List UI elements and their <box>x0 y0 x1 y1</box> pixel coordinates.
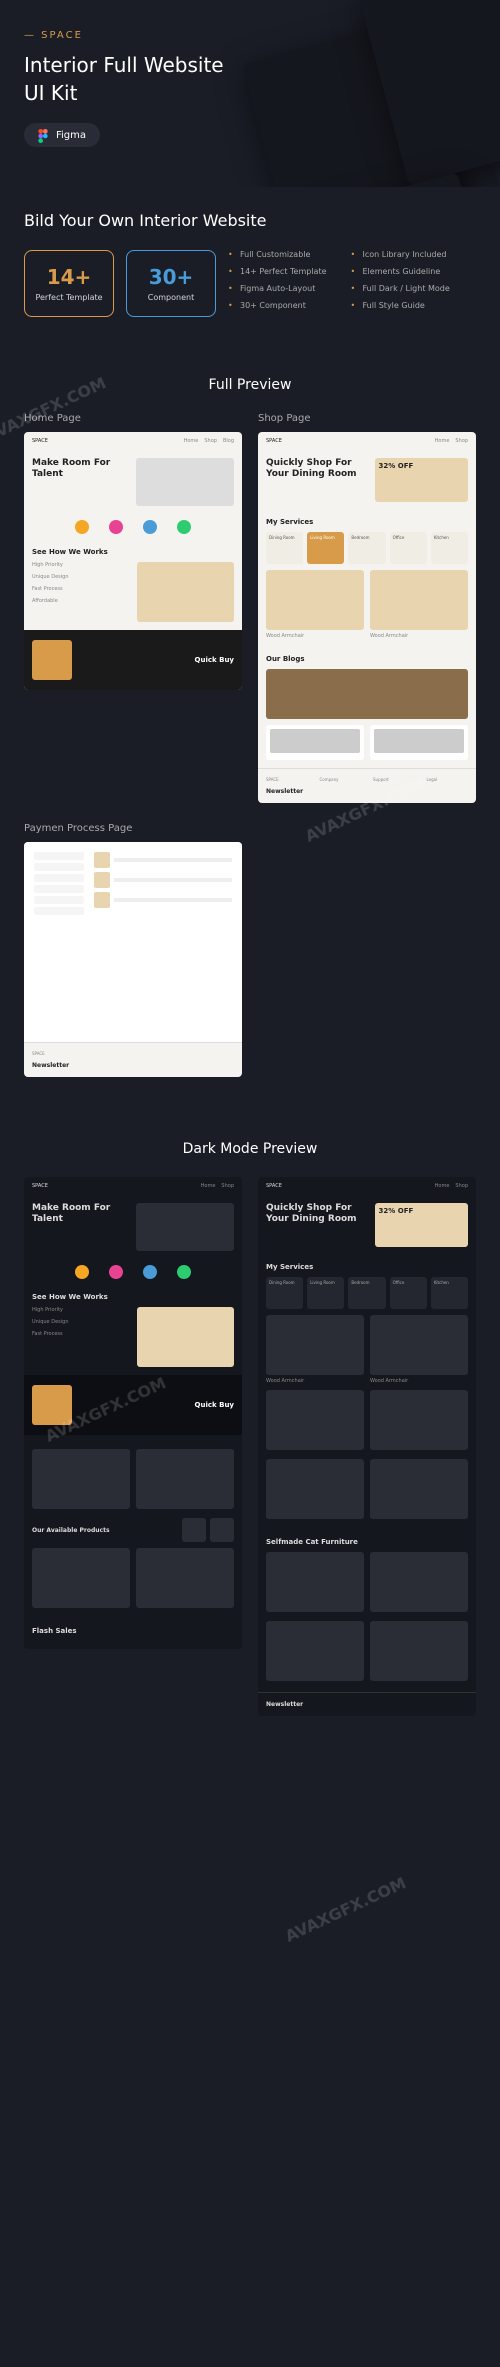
watermark: AVAXGFX.COM <box>282 1873 409 1946</box>
stat-templates: 14+ Perfect Template <box>24 250 114 317</box>
home-page-label: Home Page <box>24 413 242 424</box>
figma-label: Figma <box>56 130 86 141</box>
home-dark-mockup: SPACEHomeShop Make Room For Talent See H… <box>24 1177 242 1649</box>
build-heading: Bild Your Own Interior Website <box>24 211 476 230</box>
home-page-mockup: SPACEHomeShopBlog Make Room For Talent S… <box>24 432 242 690</box>
payment-page-mockup: SPACENewsletter <box>24 842 242 1077</box>
stat-components: 30+ Component <box>126 250 216 317</box>
payment-page-label: Paymen Process Page <box>24 823 242 834</box>
figma-icon <box>38 129 50 141</box>
shop-page-label: Shop Page <box>258 413 476 424</box>
dark-preview-heading: Dark Mode Preview <box>0 1141 500 1157</box>
shop-dark-mockup: SPACEHomeShop Quickly Shop For Your Dini… <box>258 1177 476 1716</box>
features-left: Full Customizable 14+ Perfect Template F… <box>228 250 327 317</box>
full-preview-heading: Full Preview <box>0 377 500 393</box>
hero-mockups <box>232 0 500 187</box>
figma-badge: Figma <box>24 123 100 147</box>
features-right: Icon Library Included Elements Guideline… <box>351 250 450 317</box>
shop-page-mockup: SPACEHomeShop Quickly Shop For Your Dini… <box>258 432 476 803</box>
